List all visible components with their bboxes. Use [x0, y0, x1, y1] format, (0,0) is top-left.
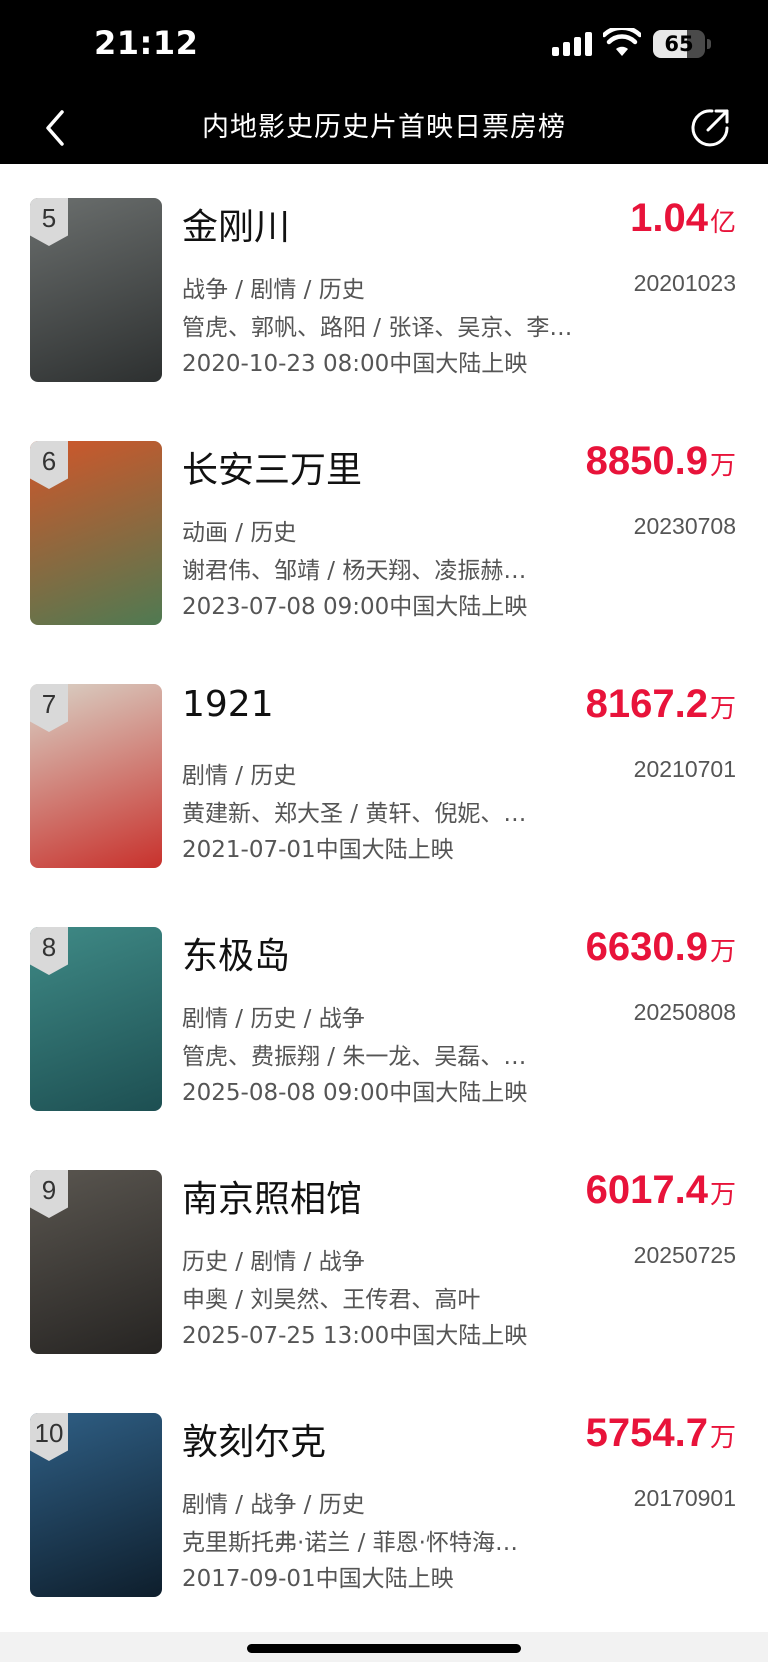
- list-item[interactable]: 5 金刚川 1.04亿 战争 / 剧情 / 历史 20201023 管虎、郭帆、…: [0, 164, 768, 407]
- movie-title: 南京照相馆: [182, 1179, 363, 1220]
- home-indicator[interactable]: [247, 1644, 521, 1653]
- movie-cast: 申奥 / 刘昊然、王传君、高叶: [182, 1287, 481, 1313]
- list-item[interactable]: 10 敦刻尔克 5754.7万 剧情 / 战争 / 历史 20170901 克里…: [0, 1379, 768, 1622]
- movie-title: 长安三万里: [182, 450, 363, 491]
- movie-cast: 谢君伟、邹靖 / 杨天翔、凌振赫…: [182, 558, 527, 584]
- movie-poster: 10: [30, 1413, 162, 1597]
- nav-bar: 内地影史历史片首映日票房榜: [0, 92, 768, 164]
- movie-title: 1921: [182, 684, 274, 725]
- rank-badge: 10: [30, 1413, 68, 1461]
- release-info: 2023-07-08 09:00中国大陆上映: [182, 594, 528, 620]
- movie-poster: 8: [30, 927, 162, 1111]
- wifi-icon: [603, 28, 641, 56]
- status-time: 21:12: [94, 24, 199, 62]
- box-office-amount: 5754.7万: [585, 1411, 736, 1455]
- movie-genres: 剧情 / 战争 / 历史: [182, 1492, 365, 1518]
- battery-level-text: 65: [664, 32, 694, 56]
- release-date-code: 20170901: [633, 1485, 736, 1511]
- movie-title: 敦刻尔克: [182, 1422, 327, 1463]
- release-date-code: 20230708: [633, 513, 736, 539]
- movie-genres: 剧情 / 历史: [182, 763, 297, 789]
- list-item[interactable]: 9 南京照相馆 6017.4万 历史 / 剧情 / 战争 20250725 申奥…: [0, 1136, 768, 1379]
- movie-cast: 管虎、费振翔 / 朱一龙、吴磊、…: [182, 1044, 527, 1070]
- release-info: 2025-07-25 13:00中国大陆上映: [182, 1323, 528, 1349]
- status-bar: 21:12 65: [0, 0, 768, 92]
- box-office-amount: 1.04亿: [630, 196, 736, 240]
- share-icon[interactable]: [686, 104, 734, 152]
- box-office-amount: 6017.4万: [585, 1168, 736, 1212]
- list-item[interactable]: 8 东极岛 6630.9万 剧情 / 历史 / 战争 20250808 管虎、费…: [0, 893, 768, 1136]
- movie-genres: 动画 / 历史: [182, 520, 297, 546]
- release-date-code: 20210701: [633, 756, 736, 782]
- movie-poster: 7: [30, 684, 162, 868]
- box-office-amount: 8850.9万: [585, 439, 736, 483]
- movie-cast: 黄建新、郑大圣 / 黄轩、倪妮、…: [182, 801, 527, 827]
- movie-title: 金刚川: [182, 207, 291, 248]
- box-office-amount: 6630.9万: [585, 925, 736, 969]
- release-info: 2021-07-01中国大陆上映: [182, 837, 454, 863]
- release-date-code: 20250725: [633, 1242, 736, 1268]
- list-item[interactable]: 6 长安三万里 8850.9万 动画 / 历史 20230708 谢君伟、邹靖 …: [0, 407, 768, 650]
- cellular-signal-icon: [552, 32, 594, 56]
- movie-cast: 克里斯托弗·诺兰 / 菲恩·怀特海…: [182, 1530, 518, 1556]
- battery-icon: 65: [653, 30, 711, 58]
- movie-cast: 管虎、郭帆、路阳 / 张译、吴京、李…: [182, 315, 573, 341]
- release-info: 2017-09-01中国大陆上映: [182, 1566, 454, 1592]
- rank-badge: 9: [30, 1170, 68, 1218]
- list-item[interactable]: 7 1921 8167.2万 剧情 / 历史 20210701 黄建新、郑大圣 …: [0, 650, 768, 893]
- rank-badge: 8: [30, 927, 68, 975]
- movie-genres: 战争 / 剧情 / 历史: [182, 277, 365, 303]
- release-info: 2020-10-23 08:00中国大陆上映: [182, 351, 528, 377]
- movie-poster: 5: [30, 198, 162, 382]
- movie-genres: 剧情 / 历史 / 战争: [182, 1006, 365, 1032]
- rank-badge: 7: [30, 684, 68, 732]
- box-office-amount: 8167.2万: [585, 682, 736, 726]
- page-title: 内地影史历史片首映日票房榜: [202, 112, 566, 143]
- rank-badge: 5: [30, 198, 68, 246]
- movie-genres: 历史 / 剧情 / 战争: [182, 1249, 365, 1275]
- movie-poster: 9: [30, 1170, 162, 1354]
- rank-badge: 6: [30, 441, 68, 489]
- release-date-code: 20201023: [633, 270, 736, 296]
- release-info: 2025-08-08 09:00中国大陆上映: [182, 1080, 528, 1106]
- release-date-code: 20250808: [633, 999, 736, 1025]
- back-arrow-icon[interactable]: [34, 102, 86, 154]
- movie-poster: 6: [30, 441, 162, 625]
- movie-title: 东极岛: [182, 936, 291, 977]
